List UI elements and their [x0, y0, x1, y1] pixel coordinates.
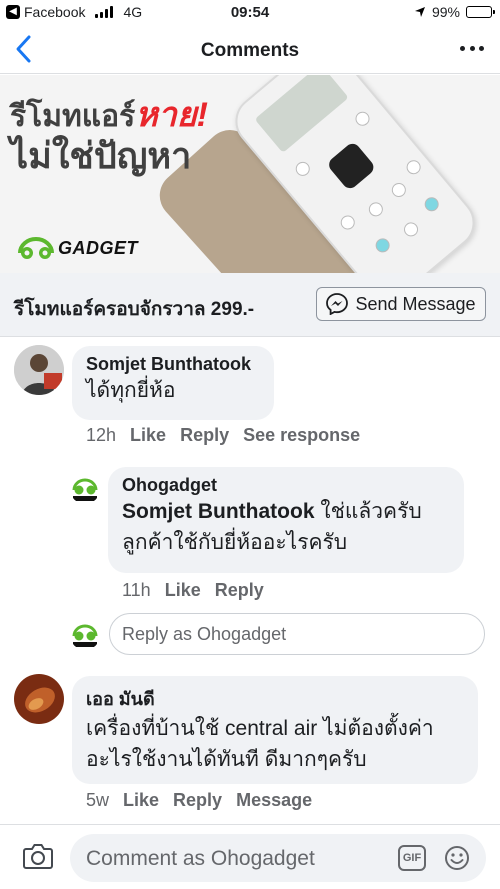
location-icon [414, 7, 425, 17]
reply-button[interactable]: Reply [215, 580, 264, 601]
ad-caption-bar: รีโมทแอร์ครอบจักรวาล 299.- Send Message [0, 273, 500, 337]
comment-author[interactable]: เออ มันดี [86, 684, 464, 713]
comment-meta: 5w Like Reply Message [86, 790, 312, 811]
reply-button[interactable]: Reply [180, 425, 229, 446]
comment-composer: Comment as Ohogadget GIF [0, 824, 500, 889]
more-options-icon[interactable] [460, 38, 484, 58]
see-response-button[interactable]: See response [243, 425, 360, 446]
avatar-commenter[interactable] [14, 674, 64, 724]
reply-input[interactable]: Reply as Ohogadget [109, 613, 485, 655]
battery-icon [466, 6, 495, 18]
avatar-somjet[interactable] [14, 345, 64, 395]
messenger-icon [326, 293, 349, 315]
comment-text-line2: อะไรใช้งานได้ทันที ดีมากๆครับ [86, 748, 367, 771]
send-message-button[interactable]: Send Message [316, 287, 486, 321]
reply-text-line2: ลูกค้าใช้กับยี่ห้ออะไรครับ [122, 531, 348, 554]
ad-caption: รีโมทแอร์ครอบจักรวาล 299.- [14, 299, 255, 320]
ohogadget-logo-icon [70, 474, 100, 504]
page-title: Comments [200, 40, 300, 61]
reply-as-avatar [70, 620, 100, 650]
ohogadget-logo-icon [70, 620, 100, 650]
reply-text: Somjet Bunthatook ใช่แล้วครับ [122, 500, 422, 523]
reply-author[interactable]: Ohogadget [122, 475, 450, 496]
like-button[interactable]: Like [165, 580, 201, 601]
reply-bubble[interactable]: Ohogadget Somjet Bunthatook ใช่แล้วครับ … [108, 467, 464, 573]
avatar-ohogadget[interactable] [70, 474, 100, 504]
headphones-logo-icon [18, 237, 54, 259]
reply-meta: 11h Like Reply [122, 580, 264, 601]
comment-input[interactable]: Comment as Ohogadget GIF [70, 834, 486, 882]
comment-time: 12h [86, 425, 117, 445]
reply-button[interactable]: Reply [173, 790, 222, 811]
mention-link[interactable]: Somjet Bunthatook [122, 500, 315, 523]
comment-input-placeholder: Comment as Ohogadget [86, 847, 315, 870]
camera-icon[interactable] [22, 841, 54, 871]
nav-bar: Comments [0, 28, 500, 74]
comment-time: 5w [86, 790, 110, 810]
battery-label: 99% [431, 4, 460, 20]
gif-icon[interactable]: GIF [398, 845, 426, 871]
ohogadget-logo: GADGET [16, 235, 138, 261]
status-bar: ◀ Facebook 4G 09:54 99% [0, 0, 500, 26]
reply-time: 11h [122, 580, 151, 600]
comment-text: เครื่องที่บ้านใช้ central air ไม่ต้องตั้… [86, 717, 434, 740]
message-button[interactable]: Message [236, 790, 312, 811]
remote-screen [254, 75, 349, 153]
like-button[interactable]: Like [130, 425, 166, 446]
comment-meta: 12h Like Reply See response [86, 425, 360, 446]
comment-bubble[interactable]: Somjet Bunthatook ได้ทุกยี่ห้อ [72, 346, 274, 420]
comment-text: ได้ทุกยี่ห้อ [86, 379, 176, 402]
comment-bubble[interactable]: เออ มันดี เครื่องที่บ้านใช้ central air … [72, 676, 478, 784]
ad-banner-image[interactable]: รีโมทแอร์หาย! ไม่ใช่ปัญหา GADGET [0, 75, 500, 273]
ad-headline-line2: ไม่ใช่ปัญหา [10, 135, 192, 176]
user-photo-icon [14, 674, 64, 724]
status-right: 99% [414, 4, 495, 20]
remote-dpad [325, 140, 377, 192]
comment-author[interactable]: Somjet Bunthatook [86, 354, 260, 375]
send-message-label: Send Message [355, 293, 476, 314]
emoji-icon[interactable] [444, 845, 470, 871]
like-button[interactable]: Like [123, 790, 159, 811]
user-photo-icon [14, 345, 64, 395]
